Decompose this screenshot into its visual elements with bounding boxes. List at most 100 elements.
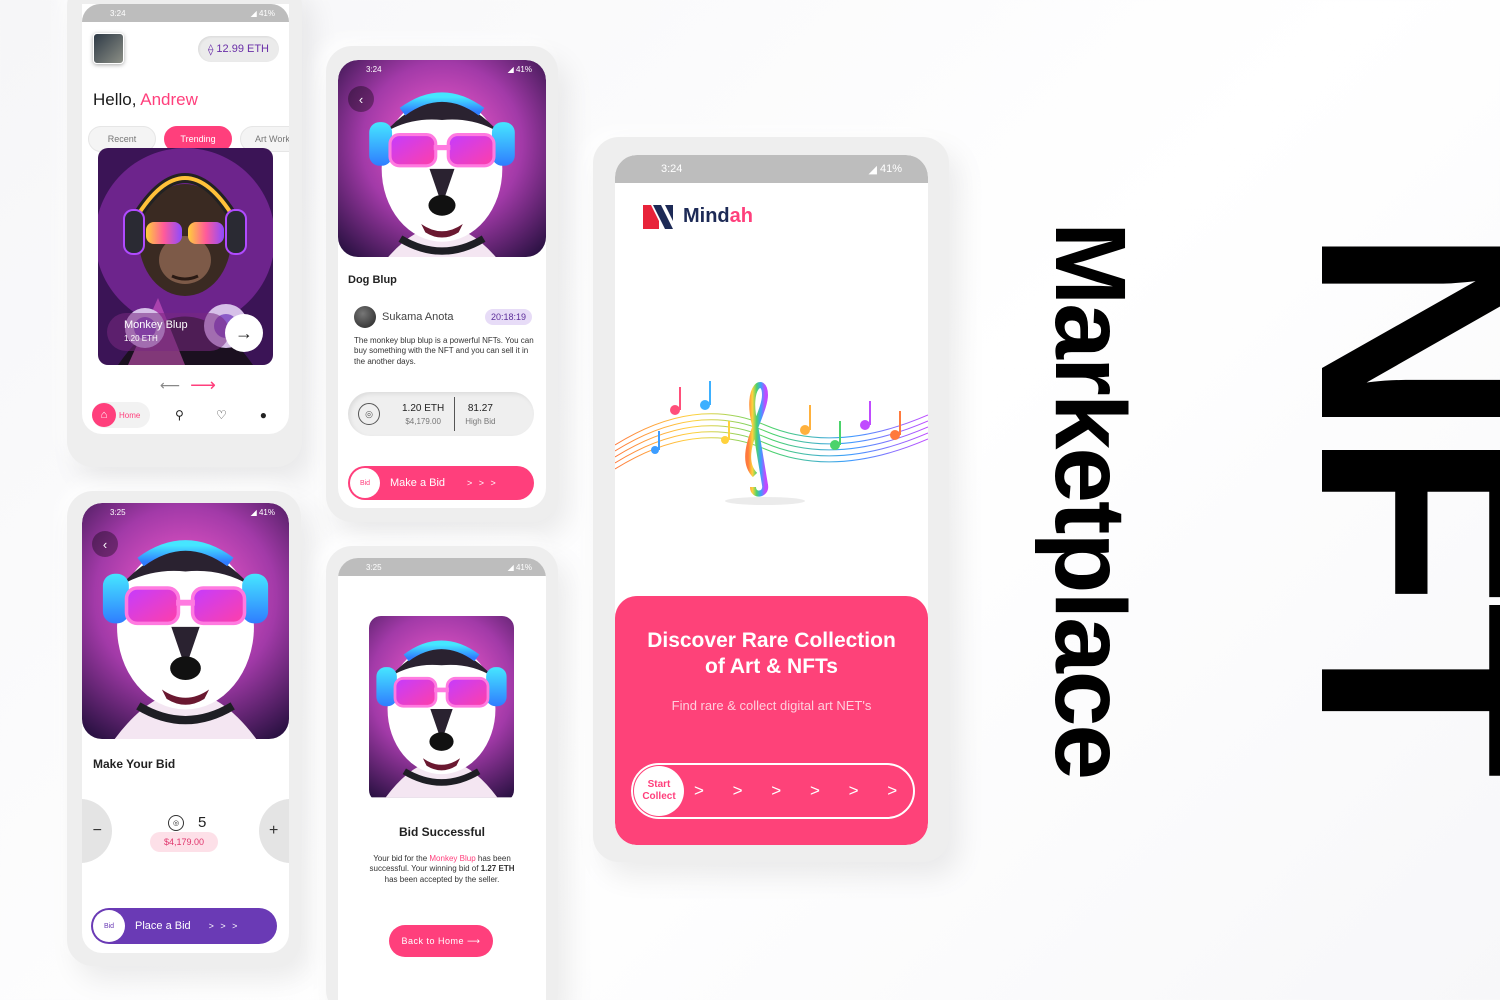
signal-icon: ◢ bbox=[250, 8, 259, 18]
status-time: 3:25 bbox=[366, 562, 382, 572]
ethereum-icon: ⟠ bbox=[207, 43, 214, 56]
featured-label: Monkey Blup 1.20 ETH bbox=[107, 313, 229, 351]
success-screen: 3:25 ◢ 41% Bid Successful Your bid for t… bbox=[338, 558, 546, 1000]
status-time: 3:24 bbox=[110, 8, 126, 18]
signal-icon: ◢ bbox=[868, 163, 880, 176]
detail-screen: 3:24 ◢ 41% ‹ Dog Blup Sukama Anota 20:18… bbox=[338, 60, 546, 508]
status-bar: 3:24 ◢ 41% bbox=[615, 155, 928, 183]
panel-subtitle: Find rare & collect digital art NET's bbox=[671, 698, 872, 713]
place-bid-label: Place a Bid bbox=[135, 920, 191, 932]
bid-circle: Bid bbox=[350, 468, 380, 498]
high-bid-label: High Bid bbox=[465, 416, 496, 426]
carousel-pager: ⟵ ⟶ bbox=[160, 375, 216, 396]
msg-item: Monkey Blup bbox=[429, 854, 476, 863]
divider bbox=[454, 397, 456, 431]
make-bid-label: Make a Bid bbox=[390, 477, 446, 489]
balance-value: 12.99 ETH bbox=[216, 43, 269, 55]
status-bar: 3:24 ◢ 41% bbox=[338, 60, 546, 78]
quantity-value: 5 bbox=[198, 814, 207, 831]
signal-icon: ◢ bbox=[250, 507, 259, 517]
user-name: Andrew bbox=[140, 90, 198, 109]
brand-name: Mindah bbox=[683, 205, 753, 228]
greeting: Hello, Andrew bbox=[93, 90, 198, 110]
arrow-right-icon[interactable]: → bbox=[225, 314, 263, 352]
headline-marketplace: Marketplace bbox=[1034, 221, 1146, 779]
creator-row: Sukama Anota 20:18:19 bbox=[354, 306, 532, 328]
brand-logo: Mindah bbox=[641, 201, 753, 231]
featured-price: 1.20 ETH bbox=[124, 334, 158, 343]
chevrons-icon: > > > > > > bbox=[694, 781, 910, 800]
place-bid-button[interactable]: Bid Place a Bid > > > bbox=[91, 908, 277, 944]
creator-avatar[interactable] bbox=[354, 306, 376, 328]
heart-icon[interactable]: ♡ bbox=[208, 402, 234, 428]
coin-icon: ◎ bbox=[358, 403, 380, 425]
increase-button[interactable]: + bbox=[259, 799, 289, 863]
nft-description: The monkey blup blup is a powerful NFTs.… bbox=[354, 336, 534, 366]
status-bar: 3:25 ◢ 41% bbox=[82, 503, 289, 521]
battery-level: 41% bbox=[258, 8, 275, 18]
chevrons-icon: > > > bbox=[208, 921, 240, 931]
panel-title: Discover Rare Collection of Art & NFTs bbox=[647, 629, 896, 679]
back-icon[interactable]: ‹ bbox=[348, 86, 374, 112]
home-screen: 3:24 ◢ 41% ⟠ 12.99 ETH Hello, Andrew Rec… bbox=[82, 4, 289, 434]
bid-quantity: ◎ 5 bbox=[168, 814, 206, 831]
bid-circle: Bid bbox=[93, 910, 125, 942]
nft-title: Dog Blup bbox=[348, 274, 397, 286]
collect-label: Collect bbox=[642, 791, 676, 802]
msg-amount: 1.27 ETH bbox=[480, 864, 515, 874]
back-icon[interactable]: ‹ bbox=[92, 531, 118, 557]
price-eth: 1.20 ETH bbox=[402, 402, 445, 414]
dog-artwork bbox=[369, 616, 514, 802]
creator-name: Sukama Anota bbox=[382, 311, 454, 323]
status-time: 3:24 bbox=[661, 163, 683, 175]
battery-level: 41% bbox=[515, 562, 532, 572]
nav-home[interactable]: ⌂ Home bbox=[92, 402, 151, 428]
usd-value-badge: $4,179.00 bbox=[150, 832, 219, 852]
coin-icon: ◎ bbox=[168, 814, 184, 831]
auction-timer: 20:18:19 bbox=[484, 309, 532, 325]
start-label: Start bbox=[647, 779, 671, 790]
arrow-right-long-icon[interactable]: ⟶ bbox=[190, 375, 216, 396]
msg-text: Your bid for the bbox=[373, 854, 430, 863]
status-bar: 3:25 ◢ 41% bbox=[338, 558, 546, 576]
battery-level: 41% bbox=[515, 64, 532, 74]
detail-screen-phone: 3:24 ◢ 41% ‹ Dog Blup Sukama Anota 20:18… bbox=[326, 46, 558, 522]
home-icon: ⌂ bbox=[92, 403, 116, 427]
start-collect-circle: Start Collect bbox=[634, 766, 684, 816]
user-icon[interactable]: ● bbox=[250, 402, 276, 428]
battery-level: 41% bbox=[258, 507, 275, 517]
high-bid: 81.27 High Bid bbox=[465, 403, 495, 426]
price-info: ◎ 1.20 ETH $4,179.00 81.27 High Bid bbox=[348, 392, 534, 436]
brand-name-part1: Mind bbox=[683, 204, 730, 227]
featured-nft-card[interactable]: Monkey Blup 1.20 ETH → bbox=[98, 148, 273, 365]
battery-level: 41% bbox=[879, 163, 902, 175]
search-icon[interactable]: ⚲ bbox=[166, 402, 192, 428]
splash-screen-phone: 3:24 ◢ 41% Mindah Discover Rare Collecti… bbox=[593, 137, 949, 862]
balance-pill[interactable]: ⟠ 12.99 ETH bbox=[197, 36, 279, 62]
success-message: Your bid for the Monkey Blup has been su… bbox=[362, 854, 522, 885]
bid-screen-phone: 3:25 ◢ 41% ‹ Make Your Bid − + ◎ 5 $4,17… bbox=[67, 491, 301, 966]
signal-icon: ◢ bbox=[507, 64, 516, 74]
price-usd: $4,179.00 bbox=[405, 416, 441, 426]
make-bid-button[interactable]: Bid Make a Bid > > > bbox=[348, 466, 534, 500]
greeting-text: Hello, bbox=[93, 90, 137, 109]
chevrons-icon: > > > bbox=[467, 478, 498, 488]
music-notes-illustration bbox=[615, 381, 928, 505]
decrease-button[interactable]: − bbox=[82, 799, 112, 863]
start-collect-button[interactable]: Start Collect > > > > > > bbox=[631, 763, 915, 819]
avatar[interactable] bbox=[93, 33, 124, 64]
arrow-left-icon[interactable]: ⟵ bbox=[160, 377, 180, 394]
bid-screen: 3:25 ◢ 41% ‹ Make Your Bid − + ◎ 5 $4,17… bbox=[82, 503, 289, 953]
headline-nft: NFT bbox=[1260, 227, 1500, 773]
mindah-logo-icon bbox=[643, 205, 673, 229]
status-time: 3:25 bbox=[110, 507, 126, 517]
brand-name-part2: ah bbox=[729, 204, 753, 227]
msg-text: has been accepted by the seller. bbox=[384, 874, 500, 884]
nav-home-label: Home bbox=[119, 410, 141, 420]
back-to-home-button[interactable]: Back to Home ⟶ bbox=[389, 925, 493, 957]
signal-icon: ◢ bbox=[507, 562, 516, 572]
current-price: 1.20 ETH $4,179.00 bbox=[402, 403, 444, 426]
bottom-nav: ⌂ Home ⚲ ♡ ● bbox=[92, 401, 279, 429]
status-bar: 3:24 ◢ 41% bbox=[82, 4, 289, 22]
bid-title: Make Your Bid bbox=[93, 757, 176, 771]
